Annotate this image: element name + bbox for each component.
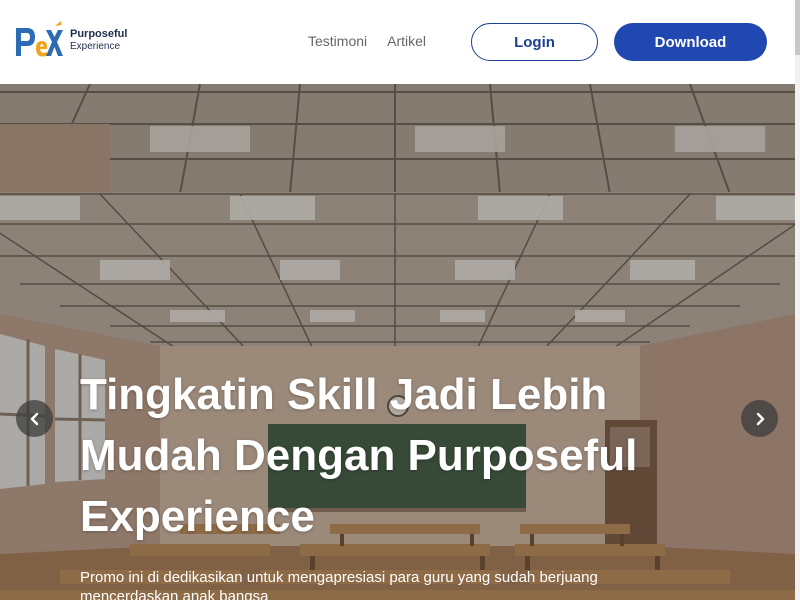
- pex-logo-icon: [14, 20, 64, 60]
- chevron-left-icon: [30, 412, 38, 425]
- carousel-prev-button[interactable]: [16, 400, 53, 437]
- hero-carousel: Tingkatin Skill Jadi Lebih Mudah Dengan …: [0, 84, 795, 600]
- nav-item-testimoni[interactable]: Testimoni: [308, 33, 367, 49]
- page-scrollbar[interactable]: [795, 0, 800, 600]
- scrollbar-thumb[interactable]: [795, 0, 800, 55]
- site-header: Purposeful Experience Testimoni Artikel …: [0, 0, 795, 84]
- chevron-right-icon: [756, 412, 764, 425]
- nav-item-artikel[interactable]: Artikel: [387, 33, 426, 49]
- brand-tagline: Experience: [70, 40, 121, 52]
- carousel-next-button[interactable]: [741, 400, 778, 437]
- hero-title: Tingkatin Skill Jadi Lebih Mudah Dengan …: [80, 370, 638, 541]
- brand-name: Purposeful: [70, 27, 128, 40]
- brand-logo[interactable]: Purposeful Experience: [14, 20, 127, 60]
- login-button[interactable]: Login: [471, 23, 598, 61]
- hero-subtitle: Promo ini di dedikasikan untuk mengapres…: [80, 569, 598, 600]
- main-nav: Testimoni Artikel: [308, 33, 426, 49]
- download-button[interactable]: Download: [614, 23, 767, 61]
